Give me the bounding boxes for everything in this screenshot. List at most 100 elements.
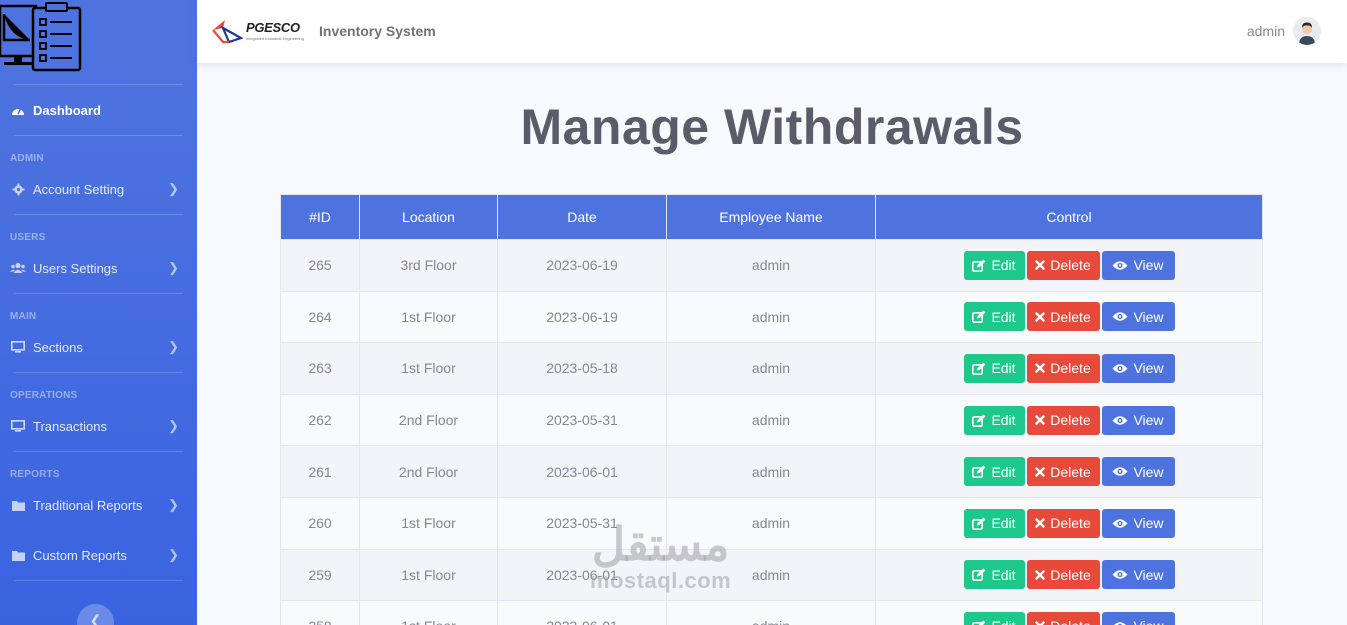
sidebar-item-dashboard[interactable]: Dashboard xyxy=(0,85,197,135)
delete-button[interactable]: Delete xyxy=(1026,302,1100,332)
cell-location: 2nd Floor xyxy=(359,445,498,498)
sidebar-item-sections[interactable]: Sections ❯ xyxy=(0,322,197,372)
edit-icon xyxy=(972,465,986,479)
edit-button-label: Edit xyxy=(991,360,1016,377)
cell-id: 263 xyxy=(280,342,360,395)
edit-button-label: Edit xyxy=(991,308,1016,325)
view-button[interactable]: View xyxy=(1101,508,1175,538)
logo-subtitle: Integrated Industrial Engineering xyxy=(246,36,304,41)
edit-button[interactable]: Edit xyxy=(963,250,1025,280)
chevron-right-icon: ❯ xyxy=(168,418,179,433)
delete-button[interactable]: Delete xyxy=(1026,560,1100,590)
delete-button-label: Delete xyxy=(1050,360,1091,377)
view-button-label: View xyxy=(1133,515,1164,532)
pgesco-logo-icon xyxy=(212,20,243,44)
sidebar-item-traditional-reports[interactable]: Traditional Reports ❯ xyxy=(0,480,197,530)
chevron-right-icon: ❯ xyxy=(168,181,179,196)
edit-button[interactable]: Edit xyxy=(963,405,1025,435)
cell-location: 1st Floor xyxy=(359,342,498,395)
close-icon xyxy=(1035,415,1045,425)
close-icon xyxy=(1035,570,1045,580)
cell-employee: admin xyxy=(666,342,876,395)
page-title: Manage Withdrawals xyxy=(520,99,1024,155)
view-button[interactable]: View xyxy=(1101,611,1175,625)
view-button[interactable]: View xyxy=(1101,560,1175,590)
delete-button[interactable]: Delete xyxy=(1026,457,1100,487)
view-button[interactable]: View xyxy=(1101,405,1175,435)
cell-id: 265 xyxy=(280,239,360,292)
delete-button[interactable]: Delete xyxy=(1026,353,1100,383)
edit-button[interactable]: Edit xyxy=(963,302,1025,332)
delete-button-label: Delete xyxy=(1050,308,1091,325)
sidebar-item-custom-reports[interactable]: Custom Reports ❯ xyxy=(0,530,197,580)
cell-employee: admin xyxy=(666,393,876,447)
edit-icon xyxy=(972,414,986,427)
sidebar-brand[interactable] xyxy=(0,0,197,84)
edit-icon xyxy=(972,568,986,582)
view-button[interactable]: View xyxy=(1101,250,1175,280)
sidebar-item-label: Dashboard xyxy=(33,102,101,118)
delete-button[interactable]: Delete xyxy=(1026,611,1100,625)
folder-icon xyxy=(10,548,26,562)
cell-date: 2023-05-31 xyxy=(497,496,667,550)
edit-icon xyxy=(972,517,986,530)
table-row: 263 1st Floor 2023-05-18 admin Edit Delete Vie… xyxy=(280,342,1263,395)
cell-date: 2023-05-18 xyxy=(497,342,667,395)
edit-button[interactable]: Edit xyxy=(963,508,1025,538)
sidebar-item-transactions[interactable]: Transactions ❯ xyxy=(0,401,197,451)
user-name[interactable]: admin xyxy=(1247,23,1285,39)
view-button-label: View xyxy=(1133,412,1164,429)
close-icon xyxy=(1035,621,1045,625)
view-button-label: View xyxy=(1133,257,1164,274)
edit-button[interactable]: Edit xyxy=(963,560,1025,590)
sidebar-item-label: Account Setting xyxy=(33,181,125,197)
sidebar-toggle-button[interactable]: ❮ xyxy=(77,604,114,625)
cell-employee: admin xyxy=(666,239,876,292)
delete-button-label: Delete xyxy=(1050,412,1091,429)
sidebar-item-account-setting[interactable]: Account Setting ❯ xyxy=(0,164,197,214)
edit-button[interactable]: Edit xyxy=(963,353,1025,383)
avatar[interactable] xyxy=(1293,17,1321,45)
cell-control: Edit Delete View xyxy=(875,342,1263,395)
cell-id: 260 xyxy=(280,496,360,550)
sidebar-heading-main: MAIN xyxy=(10,311,37,322)
close-icon xyxy=(1035,312,1045,322)
edit-icon xyxy=(972,620,986,625)
cell-control: Edit Delete View xyxy=(875,445,1263,498)
edit-icon xyxy=(972,362,986,375)
table-row: 2581st Floor2023-06-01admin Edit Delete Vie… xyxy=(280,600,1263,625)
cell-date: 2023-06-19 xyxy=(497,239,667,292)
edit-button[interactable]: Edit xyxy=(963,457,1025,487)
eye-icon xyxy=(1112,466,1128,477)
chevron-right-icon: ❯ xyxy=(168,339,179,354)
delete-button-label: Delete xyxy=(1050,257,1091,274)
desktop-icon xyxy=(10,419,26,433)
cell-location: 1st Floor xyxy=(359,290,498,344)
delete-button[interactable]: Delete xyxy=(1026,250,1100,280)
cell-control: Edit Delete View xyxy=(875,393,1263,447)
cell-employee: admin xyxy=(666,496,876,550)
delete-button-label: Delete xyxy=(1050,463,1091,480)
eye-icon xyxy=(1112,311,1128,322)
edit-button[interactable]: Edit xyxy=(963,611,1025,625)
view-button[interactable]: View xyxy=(1101,353,1175,383)
edit-button-label: Edit xyxy=(991,515,1016,532)
cell-control: Edit Delete View xyxy=(875,496,1263,550)
table-row: 262 2nd Floor 2023-05-31 admin Edit Delete Vie… xyxy=(280,393,1263,447)
sidebar-heading-admin: ADMIN xyxy=(10,153,44,164)
sidebar-item-label: Custom Reports xyxy=(33,547,127,563)
column-header: Employee Name xyxy=(666,194,876,240)
cell-control: Edit Delete View xyxy=(875,239,1263,292)
sidebar-item-label: Traditional Reports xyxy=(33,497,143,513)
folder-icon xyxy=(10,498,26,512)
view-button[interactable]: View xyxy=(1101,302,1175,332)
delete-button[interactable]: Delete xyxy=(1026,405,1100,435)
view-button[interactable]: View xyxy=(1101,457,1175,487)
sidebar: Dashboard ADMIN Account Setting ❯ USERS … xyxy=(0,0,197,625)
cell-employee: admin xyxy=(666,290,876,344)
delete-button[interactable]: Delete xyxy=(1026,508,1100,538)
cell-date: 2023-06-19 xyxy=(497,290,667,344)
sidebar-item-users-settings[interactable]: Users Settings ❯ xyxy=(0,243,197,293)
inventory-checklist-icon xyxy=(0,2,82,72)
eye-icon xyxy=(1112,415,1128,426)
